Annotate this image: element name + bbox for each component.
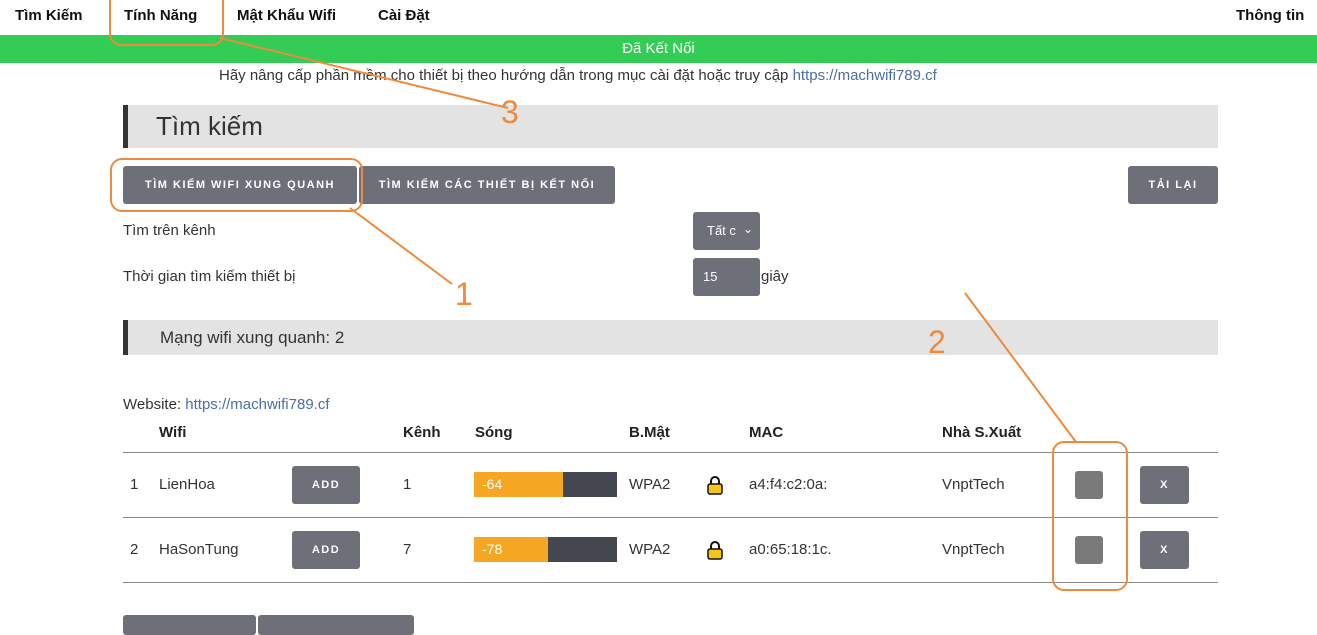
annotation-number-2: 2	[928, 324, 946, 360]
annotation-number-3: 3	[501, 94, 519, 130]
annotation-arrows	[219, 37, 1077, 443]
annotation-number-1: 1	[455, 276, 473, 312]
